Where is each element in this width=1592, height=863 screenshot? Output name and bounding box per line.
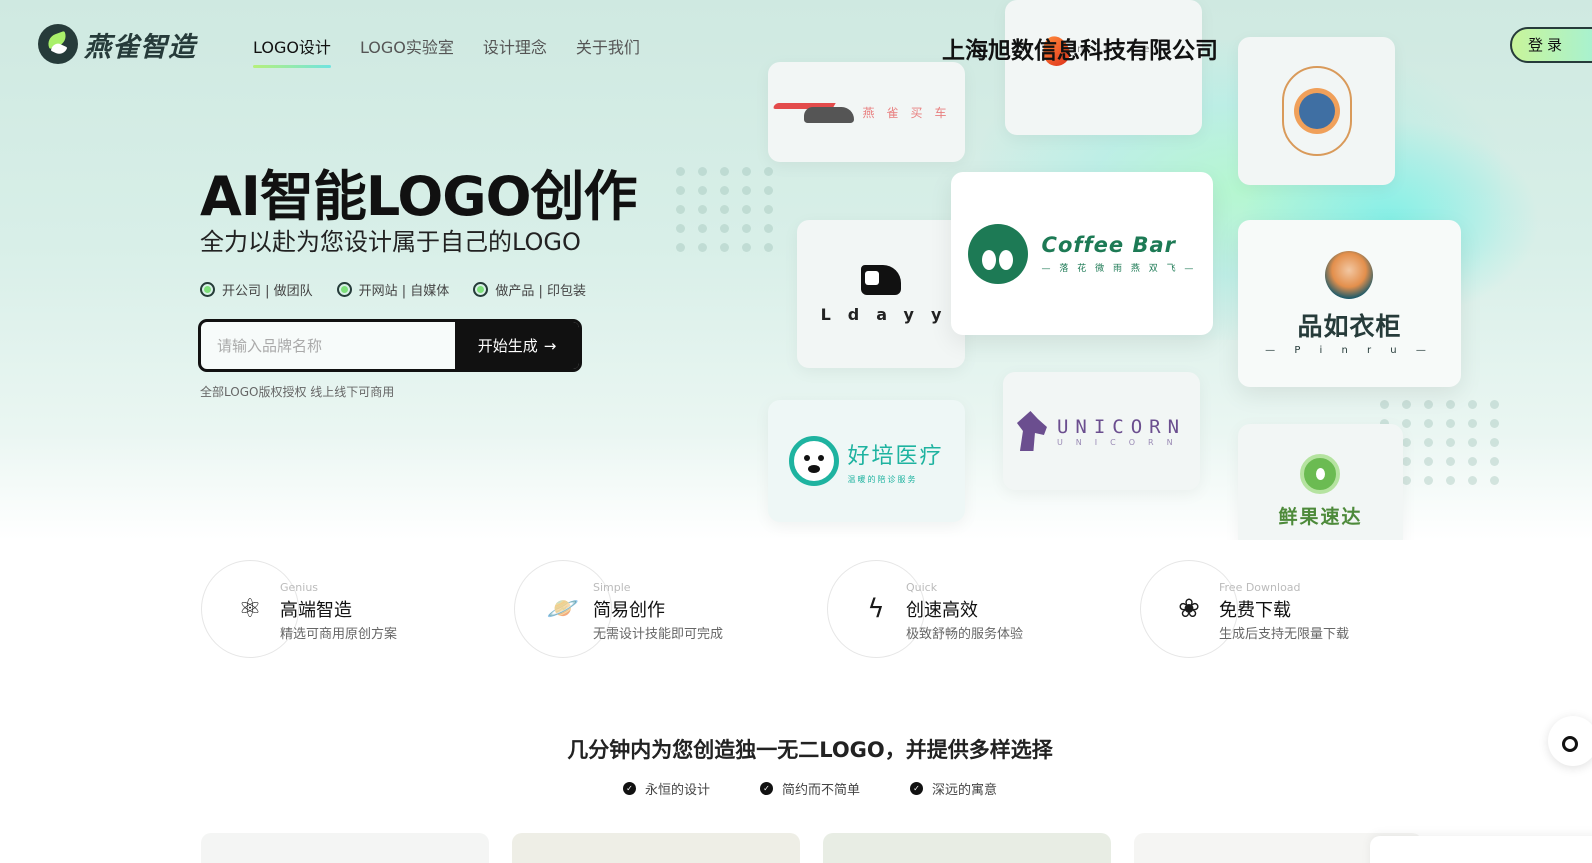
gallery-card[interactable] [201, 833, 489, 863]
dot-pattern-left [676, 167, 773, 252]
feature-card: ⚛ Genius 高端智造 精选可商用原创方案 [201, 560, 501, 658]
section-title: 几分钟内为您创造独一无二LOGO，并提供多样选择 [567, 738, 1053, 762]
check-circle-icon: ✓ [910, 782, 923, 795]
showcase-card-shoe[interactable]: Ldayy [797, 220, 965, 368]
car-logo-text: 燕雀买车 [862, 105, 959, 120]
brand-name: 燕雀智造 [84, 31, 196, 63]
feature-title: 简易创作 [593, 600, 665, 621]
check-circle-icon: ✓ [759, 782, 773, 795]
showcase-card-pinru[interactable]: 品如衣柜 — P i n r u — [1238, 220, 1461, 387]
bear-logo-sub: 温暖的陪诊服务 [847, 474, 918, 484]
login-button[interactable]: 登录 [1510, 27, 1592, 63]
radio-dot-icon [200, 282, 215, 297]
feature-desc: 无需设计技能即可完成 [593, 627, 724, 642]
lightning-icon: ϟ [867, 594, 885, 624]
planet-icon: 🪐 [546, 594, 580, 624]
feature-title: 高端智造 [280, 600, 352, 621]
feature-card: ϟ Quick 创速高效 极致舒畅的服务体验 [827, 560, 1127, 658]
feature-desc: 精选可商用原创方案 [280, 627, 398, 642]
check-circle-icon: ✓ [622, 782, 636, 795]
bear-logo-name: 好培医疗 [847, 443, 944, 469]
feature-card: 🪐 Simple 简易创作 无需设计技能即可完成 [514, 560, 814, 658]
bear-mascot-icon [789, 436, 840, 486]
arrow-right-icon: → [543, 336, 557, 355]
showcase-card-gunfire[interactable]: Gun Fire [1005, 0, 1202, 135]
bird-leaf-icon [38, 24, 78, 64]
section-points: ✓ 永恒的设计 ✓ 简约而不简单 ✓ 深远的寓意 [0, 779, 1592, 798]
sports-car-icon [774, 99, 855, 125]
piggy-bank-icon: ❀ [1178, 594, 1200, 624]
unicorn-logo-sub: UNICORN [1056, 437, 1186, 447]
point-label: 深远的寓意 [932, 783, 998, 798]
radio-dot-icon [473, 282, 489, 297]
sneaker-icon [861, 264, 901, 295]
nav-item-design-concept[interactable]: 设计理念 [483, 34, 547, 68]
unicorn-head-icon [1016, 411, 1047, 451]
feature-card: ❀ Free Download 免费下载 生成后支持无限量下载 [1140, 560, 1440, 658]
fruit-logo-name: 鲜果速达 [1278, 506, 1363, 528]
tag-label: 做产品 | 印包装 [495, 284, 586, 299]
point-label: 永恒的设计 [644, 783, 710, 798]
coffee-logo-name: Coffee Bar [1041, 233, 1176, 257]
feature-desc: 极致舒畅的服务体验 [906, 627, 1024, 642]
radio-dot-icon [336, 282, 352, 297]
tag-label: 开公司 | 做团队 [222, 284, 313, 299]
generate-label: 开始生成 [477, 337, 538, 355]
showcase-card-badge[interactable] [1238, 37, 1395, 185]
shoe-logo-text: Ldayy [820, 304, 959, 324]
tag-label: 开网站 | 自媒体 [358, 284, 450, 299]
tag-item: 开网站 | 自媒体 [336, 280, 450, 299]
atom-icon: ⚛ [238, 594, 262, 624]
showcase-card-coffee[interactable]: Coffee Bar — 落 花 微 雨 燕 双 飞 — [951, 172, 1213, 335]
coffee-logo-sub: — 落 花 微 雨 燕 双 飞 — [1041, 264, 1197, 274]
feature-en-label: Free Download [1219, 581, 1301, 594]
nav-item-logo-design[interactable]: LOGO设计 [253, 34, 331, 68]
showcase-card-unicorn[interactable]: UNICORN UNICORN [1003, 372, 1200, 490]
feature-en-label: Genius [280, 581, 319, 594]
feature-en-label: Simple [593, 581, 631, 594]
tag-item: 做产品 | 印包装 [473, 280, 586, 299]
nav-item-about-us[interactable]: 关于我们 [576, 34, 640, 68]
license-note: 全部LOGO版权授权 线上线下可商用 [200, 385, 395, 399]
unicorn-logo-name: UNICORN [1056, 415, 1187, 438]
showcase-card-fruit[interactable]: 鲜果速达 [1238, 424, 1403, 540]
main-nav: LOGO设计 LOGO实验室 设计理念 关于我们 [253, 34, 640, 68]
feature-desc: 生成后支持无限量下载 [1219, 627, 1350, 642]
gallery-card[interactable] [512, 833, 800, 863]
floating-panel [1370, 836, 1592, 863]
point-label: 简约而不简单 [781, 783, 860, 798]
point-item: ✓ 深远的寓意 [910, 779, 997, 798]
use-case-tags: 开公司 | 做团队 开网站 | 自媒体 做产品 | 印包装 [200, 280, 586, 299]
tag-item: 开公司 | 做团队 [200, 280, 313, 299]
pinru-logo-name: 品如衣柜 [1297, 312, 1402, 341]
hero-subtitle: 全力以赴为您设计属于自己的LOGO [200, 228, 581, 256]
gallery-card[interactable] [823, 833, 1111, 863]
floating-service-button[interactable] [1548, 716, 1592, 766]
portrait-icon [1325, 251, 1374, 299]
feature-title: 免费下载 [1219, 600, 1291, 621]
company-name-overlay: 上海旭数信息科技有限公司 [942, 38, 1218, 64]
generate-button[interactable]: 开始生成 → [455, 322, 579, 369]
brand-name-input[interactable] [201, 322, 455, 369]
feature-en-label: Quick [906, 581, 938, 594]
showcase-card-bear[interactable]: 好培医疗 温暖的陪诊服务 [768, 400, 965, 522]
feature-title: 创速高效 [906, 600, 978, 621]
pinru-logo-sub: — P i n r u — [1265, 345, 1434, 356]
brand-logo[interactable]: 燕雀智造 [38, 24, 196, 64]
coffee-bean-icon [967, 223, 1028, 284]
mascot-badge-icon [1281, 66, 1352, 156]
hero-section: 燕雀智造 LOGO设计 LOGO实验室 设计理念 关于我们 上海旭数信息科技有限… [0, 0, 1592, 540]
hero-title: AI智能LOGO创作 [200, 165, 638, 228]
nav-item-logo-lab[interactable]: LOGO实验室 [360, 34, 454, 68]
point-item: ✓ 永恒的设计 [622, 779, 710, 798]
brand-search-box: 开始生成 → [198, 319, 582, 372]
point-item: ✓ 简约而不简单 [759, 779, 860, 798]
fruit-icon [1300, 454, 1341, 494]
showcase-card-car[interactable]: 燕雀买车 [768, 62, 965, 162]
